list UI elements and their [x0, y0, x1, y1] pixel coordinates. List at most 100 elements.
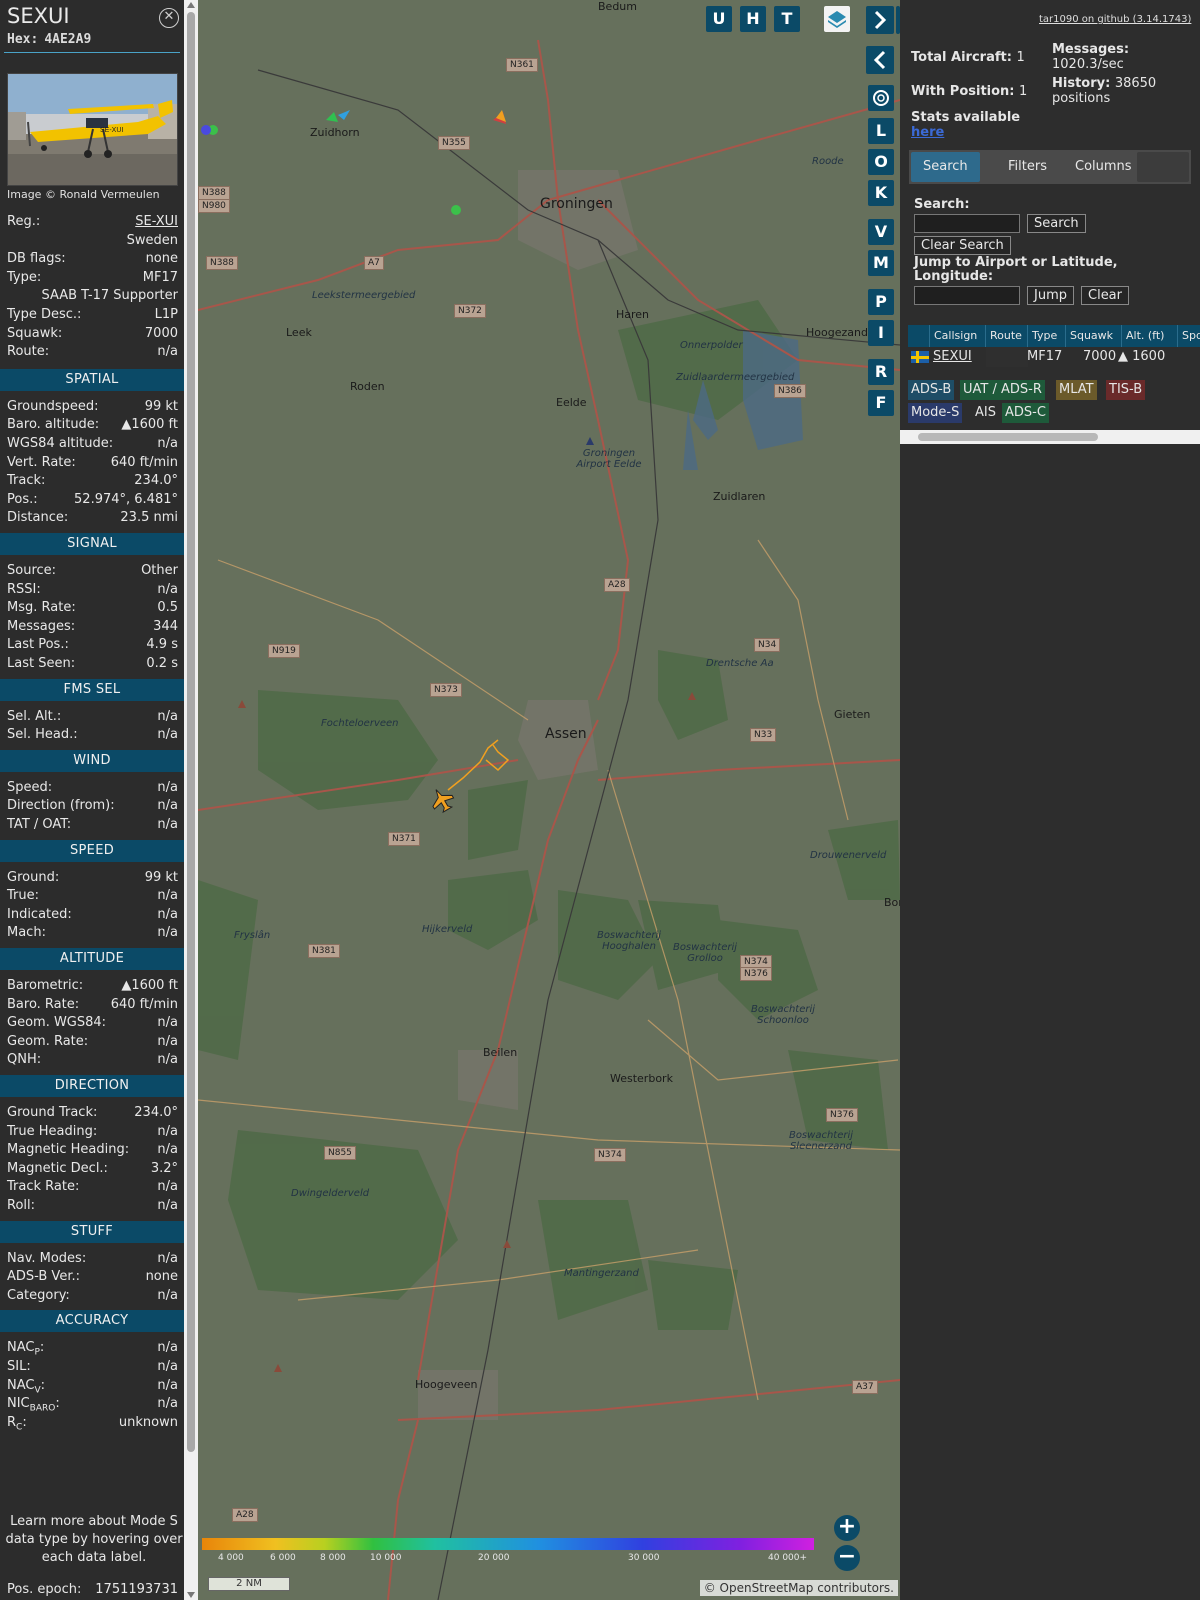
map-button-i[interactable]: I — [868, 320, 894, 346]
total-aircraft-value: 1 — [1016, 50, 1025, 65]
info-row: Reg.: SE-XUI — [7, 214, 178, 232]
field-label: Last Pos.: — [7, 637, 69, 653]
info-row: Mach: n/a — [7, 925, 178, 943]
field-value: 0.5 — [157, 600, 178, 616]
map-town-label: Westerbork — [610, 1072, 673, 1085]
field-value: 344 — [153, 618, 178, 634]
field-label-main: NIC — [7, 1396, 30, 1412]
map-button-m[interactable]: M — [868, 250, 894, 276]
field-label-main: NAC — [7, 1340, 35, 1356]
column-speed[interactable]: Spd — [1178, 325, 1200, 347]
collapse-sidebar-icon[interactable] — [866, 46, 894, 74]
aircraft-photo[interactable]: SE-XUI — [7, 73, 178, 186]
map-road-label: N355 — [438, 136, 470, 150]
map-road-label: A37 — [852, 1380, 878, 1394]
clear-search-button[interactable]: Clear Search — [914, 236, 1011, 255]
info-row: Vert. Rate: 640 ft/min — [7, 455, 178, 473]
info-row: Sweden — [7, 233, 178, 251]
field-value: n/a — [157, 779, 178, 795]
source-tag-ais[interactable]: AIS — [972, 403, 999, 423]
expand-sidebar-icon[interactable] — [866, 6, 894, 34]
source-tag-ads-b[interactable]: ADS-B — [908, 380, 955, 400]
tab-extra[interactable] — [1137, 152, 1189, 182]
table-horizontal-scrollbar[interactable] — [900, 430, 1200, 444]
search-label: Search: — [914, 197, 970, 212]
jump-button[interactable]: Jump — [1027, 286, 1074, 305]
scroll-up-icon[interactable] — [187, 2, 195, 8]
map-button-r[interactable]: R — [868, 359, 894, 385]
field-value: 4.9 s — [146, 637, 178, 653]
map-button-l[interactable]: L — [868, 118, 894, 144]
map-button-v[interactable]: V — [868, 219, 894, 245]
map-road-label: A28 — [232, 1508, 258, 1522]
map-road-label: N373 — [430, 683, 462, 697]
github-link[interactable]: tar1090 on github (3.14.1743) — [1039, 14, 1191, 25]
info-row: Magnetic Decl.: 3.2° — [7, 1161, 178, 1179]
map-button-o[interactable]: O — [868, 149, 894, 175]
field-label: Barometric: — [7, 978, 84, 993]
field-value: SAAB T-17 Supporter — [41, 288, 178, 304]
map-button-h[interactable]: H — [740, 6, 766, 32]
tab-search[interactable]: Search — [911, 152, 980, 182]
map-canvas[interactable]: Bedum Zuidhorn Groningen Haren Leek Roden Eeld… — [198, 0, 900, 1600]
field-label: QNH: — [7, 1052, 42, 1068]
column-flag[interactable] — [908, 325, 930, 347]
map-road-label: N919 — [268, 644, 300, 658]
table-row[interactable]: SEXUI MF17 7000 ▲ 1600 — [908, 347, 1200, 367]
field-value: n/a — [157, 906, 178, 922]
search-button[interactable]: Search — [1027, 214, 1086, 233]
settings-gear-icon[interactable] — [868, 85, 894, 111]
jump-input[interactable] — [914, 286, 1020, 305]
source-tag-uat-ads-r[interactable]: UAT / ADS-R — [960, 380, 1045, 400]
info-row: Source: Other — [7, 563, 178, 581]
field-value: 7000 — [144, 325, 178, 341]
info-row: Geom. WGS84: n/a — [7, 1015, 178, 1033]
learn-more-text: Learn more about Mode S data type by hov… — [5, 1514, 183, 1565]
map-button-p[interactable]: P — [868, 289, 894, 315]
source-tag-tis-b[interactable]: TIS-B — [1106, 380, 1146, 400]
map-area-label: Zuidlaardermeergebied — [676, 372, 795, 383]
map-button-t[interactable]: T — [774, 6, 800, 32]
field-label: ADS-B Ver.: — [7, 1269, 80, 1285]
map-town-label: Bor — [884, 896, 900, 909]
close-icon[interactable]: ✕ — [159, 8, 179, 28]
map-button-f[interactable]: F — [868, 390, 894, 416]
field-label: SIL: — [7, 1359, 31, 1374]
map-attribution[interactable]: © OpenStreetMap contributors. — [699, 1580, 898, 1596]
tab-columns[interactable]: Columns — [1063, 152, 1144, 182]
sidebar-tabs: Search Filters Columns — [909, 150, 1191, 184]
scrollbar-thumb[interactable] — [918, 433, 1098, 441]
column-route[interactable]: Route — [986, 325, 1028, 347]
column-altitude[interactable]: Alt. (ft) — [1122, 325, 1178, 347]
scrollbar-thumb[interactable] — [187, 12, 195, 1452]
column-type[interactable]: Type — [1028, 325, 1066, 347]
column-squawk[interactable]: Squawk — [1066, 325, 1122, 347]
search-input[interactable] — [914, 214, 1020, 233]
field-label: Last Seen: — [7, 656, 76, 671]
section-header-direction: DIRECTION — [0, 1075, 184, 1097]
field-label: Distance: — [7, 510, 69, 526]
scroll-down-icon[interactable] — [187, 1592, 195, 1598]
tab-filters[interactable]: Filters — [996, 152, 1059, 182]
source-tag-mlat[interactable]: MLAT — [1056, 380, 1097, 400]
info-row: NACP: n/a — [7, 1340, 178, 1358]
info-row: Baro. Rate: 640 ft/min — [7, 997, 178, 1015]
field-value: n/a — [157, 727, 178, 743]
clear-button[interactable]: Clear — [1081, 286, 1129, 305]
field-value[interactable]: SE-XUI — [135, 214, 178, 229]
column-callsign[interactable]: Callsign — [930, 325, 986, 347]
zoom-in-button[interactable]: + — [834, 1515, 860, 1541]
layers-icon[interactable] — [824, 6, 850, 32]
field-value: L1P — [154, 307, 178, 322]
zoom-out-button[interactable]: − — [834, 1545, 860, 1571]
field-value: n/a — [157, 1052, 178, 1068]
source-tag-ads-c[interactable]: ADS-C — [1002, 403, 1049, 423]
stats-here-link[interactable]: here — [911, 125, 944, 140]
map-town-label: Bedum — [598, 0, 637, 13]
map-button-k[interactable]: K — [868, 180, 894, 206]
info-panel-scrollbar[interactable] — [184, 0, 198, 1600]
map-button-u[interactable]: U — [706, 6, 732, 32]
field-value: n/a — [157, 925, 178, 941]
row-callsign[interactable]: SEXUI — [933, 347, 972, 367]
source-tag-mode-s[interactable]: Mode-S — [908, 403, 963, 423]
